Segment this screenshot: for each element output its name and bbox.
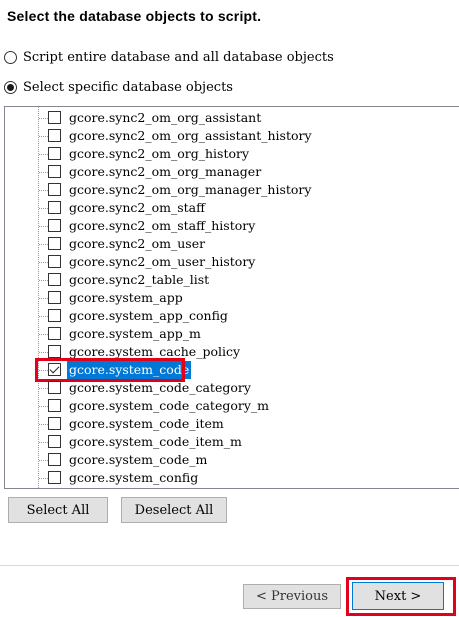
tree-item[interactable]: gcore.system_app_m [5, 325, 445, 343]
tree-item-checkbox[interactable] [48, 273, 61, 286]
tree-item-label: gcore.system_config [69, 470, 199, 485]
tree-item-checkbox[interactable] [48, 435, 61, 448]
tree-item-checkbox[interactable] [48, 327, 61, 340]
tree-item-checkbox[interactable] [48, 165, 61, 178]
tree-item-label: gcore.sync2_om_org_manager [69, 164, 262, 179]
tree-item[interactable]: gcore.system_code_category_m [5, 397, 445, 415]
tree-item-label: gcore.system_code [67, 361, 192, 379]
tree-connector [39, 280, 48, 281]
tree-item[interactable]: gcore.system_code_item_m [5, 433, 445, 451]
select-specific-objects-radio[interactable] [4, 80, 17, 94]
tree-connector [39, 316, 48, 317]
tree-item-label: gcore.system_code_item_m [69, 434, 242, 449]
script-entire-database-option[interactable]: Script entire database and all database … [4, 47, 334, 67]
tree-item[interactable]: gcore.system_config [5, 469, 445, 487]
tree-item-checkbox[interactable] [48, 147, 61, 160]
tree-item[interactable]: gcore.sync2_om_staff [5, 199, 445, 217]
previous-button[interactable]: < Previous [243, 584, 341, 609]
tree-item-label: gcore.sync2_om_user_history [69, 254, 256, 269]
tree-connector [39, 442, 48, 443]
tree-item-checkbox[interactable] [48, 129, 61, 142]
tree-item-checkbox[interactable] [48, 237, 61, 250]
tree-item-checkbox[interactable] [48, 471, 61, 484]
tree-item-label: gcore.system_app_m [69, 326, 201, 341]
tree-item-label: gcore.system_code_category [69, 380, 251, 395]
tree-item-label: gcore.system_app [69, 290, 183, 305]
next-button[interactable]: Next > [352, 582, 444, 610]
tree-item-checkbox[interactable] [48, 399, 61, 412]
tree-item[interactable]: gcore.sync2_om_org_manager_history [5, 181, 445, 199]
tree-item-label: gcore.system_code_category_m [69, 398, 270, 413]
tree-item[interactable]: gcore.system_cache_policy [5, 343, 445, 361]
tree-connector [39, 352, 48, 353]
tree-item[interactable]: gcore.sync2_om_org_assistant [5, 109, 445, 127]
tree-connector [39, 388, 48, 389]
script-entire-database-radio[interactable] [4, 50, 17, 64]
tree-item-checkbox[interactable] [48, 111, 61, 124]
tree-item-label: gcore.sync2_table_list [69, 272, 210, 287]
script-entire-database-label: Script entire database and all database … [23, 49, 334, 65]
tree-item[interactable]: gcore.system_code_item [5, 415, 445, 433]
tree-connector [39, 190, 48, 191]
tree-item[interactable]: gcore.system_code_m [5, 451, 445, 469]
tree-item-checkbox[interactable] [48, 381, 61, 394]
tree-connector [39, 118, 48, 119]
tree-item-checkbox[interactable] [48, 219, 61, 232]
tree-connector [39, 478, 48, 479]
tree-connector [39, 406, 48, 407]
tree-connector [39, 334, 48, 335]
tree-connector [39, 370, 48, 371]
tree-item-label: gcore.sync2_om_staff [69, 200, 206, 215]
tree-item-label: gcore.sync2_om_org_history [69, 146, 250, 161]
tree-item[interactable]: gcore.system_app_config [5, 307, 445, 325]
tree-item-label: gcore.sync2_om_user [69, 236, 206, 251]
tree-item-label: gcore.system_cache_policy [69, 344, 241, 359]
tree-item-checkbox[interactable] [48, 291, 61, 304]
tree-connector [39, 172, 48, 173]
tree-item[interactable]: gcore.sync2_om_user [5, 235, 445, 253]
tree-item-label: gcore.sync2_om_staff_history [69, 218, 256, 233]
tree-item-checkbox[interactable] [48, 183, 61, 196]
tree-item[interactable]: gcore.sync2_om_user_history [5, 253, 445, 271]
tree-connector [39, 424, 48, 425]
page-title: Select the database objects to script. [7, 8, 262, 24]
select-specific-objects-label: Select specific database objects [23, 79, 233, 95]
deselect-all-button[interactable]: Deselect All [121, 497, 227, 523]
tree-connector [39, 154, 48, 155]
tree-item-label: gcore.sync2_om_org_assistant_history [69, 128, 312, 143]
tree-connector [39, 298, 48, 299]
tree-item[interactable]: gcore.system_code_category [5, 379, 445, 397]
tree-connector [39, 262, 48, 263]
tree-item-checkbox[interactable] [48, 309, 61, 322]
tree-item-label: gcore.sync2_om_org_manager_history [69, 182, 312, 197]
tree-item-label: gcore.system_app_config [69, 308, 228, 323]
select-specific-objects-option[interactable]: Select specific database objects [4, 77, 233, 97]
tree-connector [39, 244, 48, 245]
tree-item-label: gcore.sync2_om_org_assistant [69, 110, 262, 125]
tree-connector [39, 460, 48, 461]
tree-connector [39, 226, 48, 227]
footer-divider [0, 565, 459, 566]
tree-connector [39, 208, 48, 209]
tree-item-checkbox[interactable] [48, 201, 61, 214]
tree-item[interactable]: gcore.system_app [5, 289, 445, 307]
tree-item[interactable]: gcore.system_code [5, 361, 445, 379]
tree-item-label: gcore.system_code_m [69, 452, 208, 467]
database-objects-tree[interactable]: gcore.sync2_om_org_assistant gcore.sync2_… [4, 106, 459, 489]
select-all-button[interactable]: Select All [8, 497, 108, 523]
tree-item-checkbox[interactable] [48, 345, 61, 358]
tree-item-checkbox[interactable] [48, 363, 61, 376]
tree-item-checkbox[interactable] [48, 417, 61, 430]
tree-item[interactable]: gcore.sync2_om_staff_history [5, 217, 445, 235]
tree-item-label: gcore.system_code_item [69, 416, 224, 431]
tree-connector [39, 136, 48, 137]
tree-item[interactable]: gcore.sync2_om_org_history [5, 145, 445, 163]
tree-item-checkbox[interactable] [48, 255, 61, 268]
tree-item[interactable]: gcore.sync2_om_org_manager [5, 163, 445, 181]
tree-item-checkbox[interactable] [48, 453, 61, 466]
tree-item[interactable]: gcore.sync2_table_list [5, 271, 445, 289]
tree-item[interactable]: gcore.sync2_om_org_assistant_history [5, 127, 445, 145]
